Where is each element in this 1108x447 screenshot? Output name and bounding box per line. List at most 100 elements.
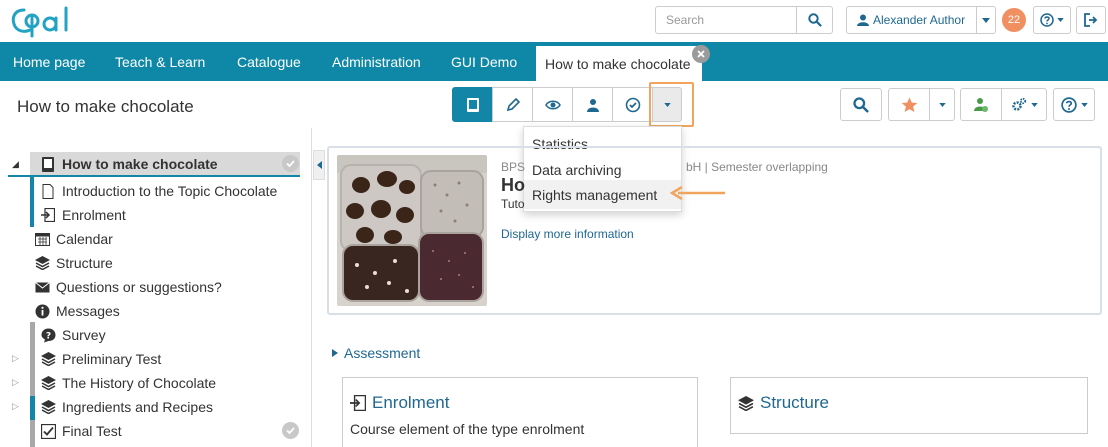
structure-icon bbox=[738, 395, 754, 411]
search-icon bbox=[807, 13, 822, 27]
page-title: How to make chocolate bbox=[17, 97, 194, 116]
assessment-tool-button[interactable] bbox=[612, 87, 653, 122]
tree-item-ingredients[interactable]: Ingredients and Recipes bbox=[40, 396, 213, 418]
view-course-button[interactable] bbox=[452, 87, 493, 122]
caret-down-icon bbox=[1080, 102, 1088, 107]
search-box bbox=[655, 6, 833, 34]
caret-down-icon bbox=[938, 102, 946, 107]
help-button[interactable] bbox=[1033, 6, 1071, 34]
course-access-button[interactable] bbox=[960, 88, 1002, 121]
assessment-section-toggle[interactable]: Assessment bbox=[332, 345, 420, 361]
tree-item-questions[interactable]: Questions or suggestions? bbox=[34, 276, 222, 298]
collapse-sidebar-button[interactable] bbox=[313, 150, 325, 180]
course-heading: Ho bbox=[501, 175, 525, 195]
user-name: Alexander Author bbox=[873, 13, 966, 27]
tree-item-structure[interactable]: Structure bbox=[34, 252, 113, 274]
svg-text:?: ? bbox=[45, 331, 50, 341]
survey-icon: ? bbox=[40, 327, 56, 343]
tree-item-calendar[interactable]: Calendar bbox=[34, 228, 113, 250]
nav-catalogue[interactable]: Catalogue bbox=[237, 42, 301, 81]
structure-card-title[interactable]: Structure bbox=[738, 393, 829, 413]
structure-icon bbox=[34, 255, 50, 271]
logout-icon bbox=[1084, 13, 1098, 27]
help-icon bbox=[1060, 96, 1077, 113]
page-icon bbox=[40, 183, 56, 199]
completed-check-icon bbox=[282, 155, 299, 172]
members-button[interactable] bbox=[572, 87, 613, 122]
tree-item-final-test[interactable]: Final Test bbox=[40, 420, 122, 442]
course-help-button[interactable] bbox=[1053, 88, 1095, 121]
close-tab-button[interactable] bbox=[692, 45, 710, 63]
book-icon bbox=[466, 97, 479, 112]
nav-tab-course[interactable]: How to make chocolate bbox=[536, 46, 702, 81]
highlight-box bbox=[649, 82, 694, 127]
user-menu: Alexander Author bbox=[846, 6, 996, 34]
edit-course-button[interactable] bbox=[492, 87, 533, 122]
checkbox-icon bbox=[40, 423, 56, 439]
course-image bbox=[337, 155, 487, 306]
preview-icon bbox=[544, 100, 561, 109]
favorite-button[interactable] bbox=[888, 88, 930, 121]
enrolment-icon bbox=[40, 207, 56, 223]
display-more-link[interactable]: Display more information bbox=[501, 227, 634, 241]
nav-gui-demo[interactable]: GUI Demo bbox=[451, 42, 517, 81]
gears-icon bbox=[1011, 97, 1026, 111]
user-icon bbox=[857, 14, 869, 26]
preview-button[interactable] bbox=[532, 87, 573, 122]
course-tutor: Tuto bbox=[501, 197, 525, 211]
tree-item-course[interactable]: How to make chocolate bbox=[40, 153, 218, 175]
user-button[interactable]: Alexander Author bbox=[847, 7, 977, 33]
structure-icon bbox=[40, 375, 56, 391]
nav-administration[interactable]: Administration bbox=[332, 42, 421, 81]
tree-branch-line bbox=[30, 177, 34, 227]
tree-active-marker bbox=[30, 396, 35, 420]
help-icon bbox=[1040, 13, 1054, 27]
tree-toggle-open-icon[interactable]: ◢ bbox=[12, 159, 19, 170]
tree-toggle-closed-icon[interactable]: ▷ bbox=[12, 377, 19, 388]
completed-check-icon bbox=[282, 422, 299, 439]
notifications-badge[interactable]: 22 bbox=[1002, 8, 1026, 32]
user-access-icon bbox=[974, 97, 988, 112]
structure-icon bbox=[40, 399, 56, 415]
calendar-icon bbox=[34, 231, 50, 247]
nav-home[interactable]: Home page bbox=[13, 42, 85, 81]
tree-item-messages[interactable]: Messages bbox=[34, 300, 120, 322]
enrolment-card-description: Course element of the type enrolment bbox=[350, 421, 585, 437]
star-icon bbox=[901, 97, 917, 112]
main-nav: Home page Teach & Learn Catalogue Admini… bbox=[0, 42, 1108, 81]
tree-toggle-closed-icon[interactable]: ▷ bbox=[12, 401, 19, 412]
user-menu-toggle[interactable] bbox=[977, 17, 995, 23]
tree-item-history[interactable]: The History of Chocolate bbox=[40, 372, 216, 394]
enrolment-card-title[interactable]: Enrolment bbox=[350, 393, 449, 413]
caret-down-icon bbox=[1057, 18, 1064, 22]
badge-check-icon bbox=[625, 97, 640, 112]
tree-item-enrolment[interactable]: Enrolment bbox=[40, 204, 126, 226]
book-icon bbox=[40, 156, 56, 172]
logout-button[interactable] bbox=[1076, 6, 1106, 34]
favorite-menu-toggle[interactable] bbox=[929, 88, 955, 121]
caret-down-icon bbox=[1030, 102, 1038, 107]
search-course-button[interactable] bbox=[840, 88, 882, 121]
tree-group-line bbox=[30, 322, 35, 447]
envelope-icon bbox=[34, 279, 50, 295]
test-icon bbox=[40, 351, 56, 367]
search-input[interactable] bbox=[656, 7, 797, 33]
settings-menu-button[interactable] bbox=[1001, 88, 1047, 121]
search-icon bbox=[853, 96, 869, 113]
members-icon bbox=[586, 98, 599, 112]
selected-row-underline bbox=[8, 175, 300, 177]
nav-teach-learn[interactable]: Teach & Learn bbox=[115, 42, 205, 81]
close-icon bbox=[697, 50, 705, 58]
tree-item-survey[interactable]: ? Survey bbox=[40, 324, 106, 346]
chevron-left-icon bbox=[316, 161, 322, 169]
pencil-icon bbox=[506, 97, 520, 111]
enrolment-icon bbox=[350, 395, 366, 411]
search-button[interactable] bbox=[797, 7, 832, 33]
tree-item-preliminary-test[interactable]: Preliminary Test bbox=[40, 348, 161, 370]
caret-down-icon bbox=[982, 17, 990, 23]
tree-item-introduction[interactable]: Introduction to the Topic Chocolate bbox=[40, 180, 277, 202]
course-meta: BPS bbox=[501, 160, 526, 174]
course-meta-suffix: bH | Semester overlapping bbox=[686, 160, 828, 174]
tree-toggle-closed-icon[interactable]: ▷ bbox=[12, 353, 19, 364]
opal-logo[interactable] bbox=[10, 4, 90, 38]
